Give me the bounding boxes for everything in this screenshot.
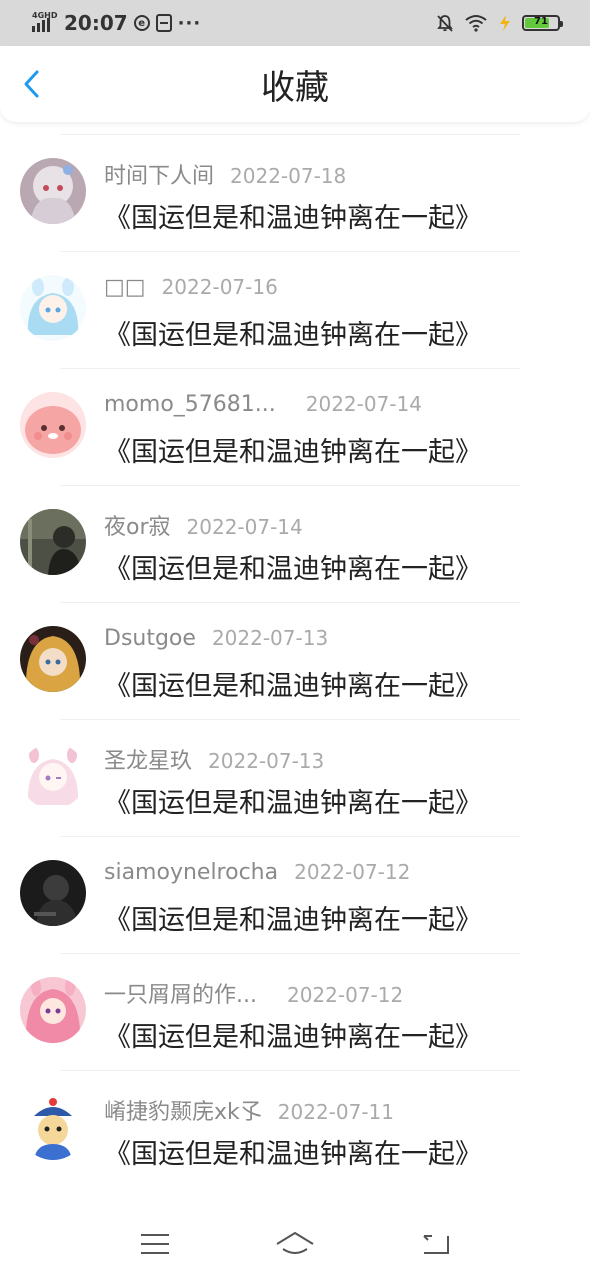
date: 2022-07-13 [208, 749, 325, 773]
avatar[interactable] [20, 626, 86, 692]
charging-icon [500, 15, 510, 31]
item-meta: 夜or寂 2022-07-14 [104, 509, 303, 541]
username[interactable]: siamoynelrocha [104, 860, 278, 885]
system-nav-bar [0, 1208, 590, 1280]
username[interactable]: Dsutgoe [104, 626, 196, 651]
divider [60, 1070, 520, 1071]
date: 2022-07-11 [277, 1100, 394, 1124]
item-meta: siamoynelrocha 2022-07-12 [104, 860, 410, 885]
item-title[interactable]: 《国运但是和温迪钟离在一起》 [104, 196, 482, 235]
signal-icon: 4GHD [32, 12, 58, 34]
date: 2022-07-14 [186, 515, 303, 539]
item-meta: □□ 2022-07-16 [104, 275, 278, 300]
home-button[interactable] [275, 1226, 315, 1262]
username[interactable]: 一只屑屑的作... [104, 977, 257, 1009]
list-item[interactable]: □□ 2022-07-16 《国运但是和温迪钟离在一起》 [0, 239, 590, 356]
back-nav-button[interactable] [415, 1226, 455, 1262]
favorites-list: 时间下人间 2022-07-18 《国运但是和温迪钟离在一起》 □□ 2022-… [0, 122, 590, 1175]
list-item[interactable]: 崤捷豹颞庑xk孓 2022-07-11 《国运但是和温迪钟离在一起》 [0, 1058, 590, 1175]
avatar[interactable] [20, 392, 86, 458]
item-title[interactable]: 《国运但是和温迪钟离在一起》 [104, 781, 482, 820]
divider [60, 953, 520, 954]
item-meta: Dsutgoe 2022-07-13 [104, 626, 328, 651]
avatar[interactable] [20, 743, 86, 809]
battery-level: 71 [534, 16, 548, 27]
list-item[interactable]: 一只屑屑的作... 2022-07-12 《国运但是和温迪钟离在一起》 [0, 941, 590, 1058]
item-title[interactable]: 《国运但是和温迪钟离在一起》 [104, 898, 482, 937]
date: 2022-07-12 [286, 983, 404, 1007]
avatar[interactable] [20, 977, 86, 1043]
item-title[interactable]: 《国运但是和温迪钟离在一起》 [104, 1015, 482, 1054]
list-item[interactable]: siamoynelrocha 2022-07-12 《国运但是和温迪钟离在一起》 [0, 824, 590, 941]
item-meta: 圣龙星玖 2022-07-13 [104, 743, 324, 775]
page-title: 收藏 [261, 68, 329, 108]
item-meta: 崤捷豹颞庑xk孓 2022-07-11 [104, 1094, 394, 1126]
divider [60, 719, 520, 720]
status-right: 71 [436, 14, 563, 32]
list-item[interactable]: Dsutgoe 2022-07-13 《国运但是和温迪钟离在一起》 [0, 590, 590, 707]
status-left: 4GHD 20:07 e ··· [32, 11, 201, 35]
divider [60, 485, 520, 486]
more-dots-icon: ··· [177, 12, 202, 34]
item-meta: 一只屑屑的作... 2022-07-12 [104, 977, 403, 1009]
date: 2022-07-16 [161, 275, 278, 299]
mute-bell-icon [437, 15, 453, 32]
wifi-icon [465, 15, 487, 32]
battery-icon: 71 [522, 15, 563, 31]
date: 2022-07-14 [305, 392, 422, 416]
avatar[interactable] [20, 860, 86, 926]
home-icon [276, 1232, 314, 1254]
menu-button[interactable] [135, 1226, 175, 1262]
back-icon [423, 1235, 449, 1254]
username[interactable]: 崤捷豹颞庑xk孓 [104, 1094, 262, 1126]
item-meta: momo_57681... 2022-07-14 [104, 392, 422, 417]
data-saver-icon: e [133, 15, 150, 31]
date: 2022-07-18 [230, 164, 347, 188]
divider [60, 134, 520, 135]
item-title[interactable]: 《国运但是和温迪钟离在一起》 [104, 547, 482, 586]
avatar[interactable] [20, 509, 86, 575]
list-item[interactable]: 夜or寂 2022-07-14 《国运但是和温迪钟离在一起》 [0, 473, 590, 590]
username[interactable]: 时间下人间 [104, 158, 214, 190]
divider [60, 836, 520, 837]
divider [60, 368, 520, 369]
menu-icon [141, 1234, 169, 1254]
date: 2022-07-13 [211, 626, 329, 650]
item-title[interactable]: 《国运但是和温迪钟离在一起》 [104, 664, 482, 703]
item-meta: 时间下人间 2022-07-18 [104, 158, 346, 190]
header: 收藏 [0, 46, 590, 122]
sim-card-icon [155, 14, 172, 32]
username[interactable]: momo_57681... [104, 392, 276, 417]
username[interactable]: 圣龙星玖 [104, 743, 192, 775]
divider [60, 251, 520, 252]
item-title[interactable]: 《国运但是和温迪钟离在一起》 [104, 313, 482, 352]
username[interactable]: 夜or寂 [104, 509, 171, 541]
status-bar: 4GHD 20:07 e ··· 71 [0, 0, 590, 46]
date: 2022-07-12 [294, 860, 411, 884]
list-item[interactable]: momo_57681... 2022-07-14 《国运但是和温迪钟离在一起》 [0, 356, 590, 473]
avatar[interactable] [20, 275, 86, 341]
list-item[interactable]: 时间下人间 2022-07-18 《国运但是和温迪钟离在一起》 [0, 122, 590, 239]
clock: 20:07 [64, 11, 128, 35]
username[interactable]: □□ [104, 275, 146, 300]
item-title[interactable]: 《国运但是和温迪钟离在一起》 [104, 430, 482, 469]
divider [60, 602, 520, 603]
item-title[interactable]: 《国运但是和温迪钟离在一起》 [104, 1132, 482, 1171]
list-item[interactable]: 圣龙星玖 2022-07-13 《国运但是和温迪钟离在一起》 [0, 707, 590, 824]
avatar[interactable] [20, 1094, 86, 1160]
avatar[interactable] [20, 158, 86, 224]
